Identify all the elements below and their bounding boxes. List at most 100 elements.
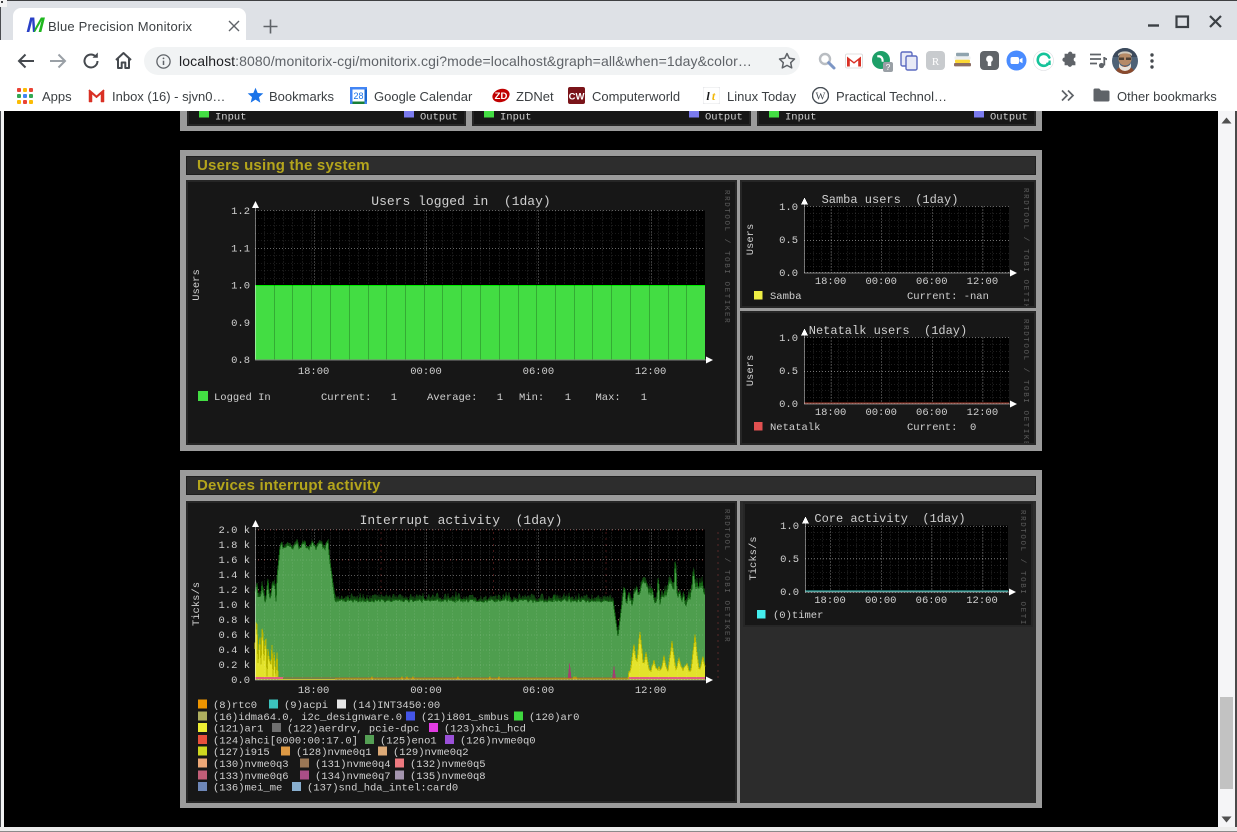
svg-text:Samba users (1day): Samba users (1day) <box>822 193 959 207</box>
svg-text:RRDTOOL / TOBI OETIKER: RRDTOOL / TOBI OETIKER <box>1018 510 1026 625</box>
svg-text:(16)idma64.0, i2c_designware.0: (16)idma64.0, i2c_designware.0 <box>213 711 402 723</box>
svg-text:Input: Input <box>500 111 532 123</box>
svg-text:(21)i801_smbus: (21)i801_smbus <box>421 711 509 723</box>
svg-text:1.0 k: 1.0 k <box>218 600 250 612</box>
svg-text:12:00: 12:00 <box>966 595 998 607</box>
svg-text:1.2: 1.2 <box>231 206 250 218</box>
svg-text:Current:: Current: <box>321 392 371 404</box>
svg-text:Average:: Average: <box>427 392 477 404</box>
svg-text:1: 1 <box>497 392 503 404</box>
svg-text:0.8 k: 0.8 k <box>218 615 250 627</box>
svg-text:(127)i915: (127)i915 <box>213 747 270 759</box>
svg-text:0.6 k: 0.6 k <box>218 630 250 642</box>
svg-text:(133)nvme0q6: (133)nvme0q6 <box>213 770 289 782</box>
svg-text:(125)eno1: (125)eno1 <box>380 735 437 747</box>
svg-text:Ticks/s: Ticks/s <box>191 581 203 625</box>
svg-text:Current: 0: Current: 0 <box>907 422 976 434</box>
svg-text:00:00: 00:00 <box>865 407 897 419</box>
svg-text:Min:: Min: <box>519 392 544 404</box>
svg-text:0.8: 0.8 <box>231 355 250 367</box>
svg-text:Users: Users <box>191 269 203 301</box>
svg-text:00:00: 00:00 <box>410 366 442 378</box>
svg-text:(9)acpi: (9)acpi <box>284 700 328 712</box>
svg-text:12:00: 12:00 <box>635 685 667 697</box>
svg-text:1.8 k: 1.8 k <box>218 540 250 552</box>
svg-text:18:00: 18:00 <box>298 685 330 697</box>
svg-text:M: M <box>24 15 45 34</box>
svg-text:1: 1 <box>391 392 397 404</box>
svg-text:Input: Input <box>215 111 247 123</box>
svg-text:0.5: 0.5 <box>779 235 798 247</box>
svg-text:(130)nvme0q3: (130)nvme0q3 <box>213 759 289 771</box>
svg-text:06:00: 06:00 <box>523 366 555 378</box>
svg-text:Input: Input <box>785 111 817 123</box>
svg-text:18:00: 18:00 <box>298 366 330 378</box>
svg-text:(123)xhci_hcd: (123)xhci_hcd <box>444 723 526 735</box>
svg-text:(120)ar0: (120)ar0 <box>529 711 579 723</box>
svg-text:Netatalk users (1day): Netatalk users (1day) <box>809 324 967 338</box>
svg-text:(124)ahci[0000:00:17.0]: (124)ahci[0000:00:17.0] <box>213 735 358 747</box>
svg-text:(128)nvme0q1: (128)nvme0q1 <box>296 747 372 759</box>
svg-text:Users: Users <box>745 224 757 256</box>
svg-text:(121)ar1: (121)ar1 <box>213 723 263 735</box>
svg-text:(122)aerdrv, pcie-dpc: (122)aerdrv, pcie-dpc <box>287 723 419 735</box>
svg-text:1: 1 <box>641 392 647 404</box>
svg-text:Interrupt activity (1day): Interrupt activity (1day) <box>360 513 563 528</box>
svg-text:1.6 k: 1.6 k <box>218 555 250 567</box>
svg-text:Output: Output <box>990 111 1028 123</box>
svg-text:1: 1 <box>565 392 571 404</box>
svg-text:(134)nvme0q7: (134)nvme0q7 <box>315 770 391 782</box>
svg-text:Ticks/s: Ticks/s <box>748 536 760 580</box>
svg-text:Samba: Samba <box>770 291 802 303</box>
svg-text:1.2 k: 1.2 k <box>218 585 250 597</box>
svg-text:0.5: 0.5 <box>779 366 798 378</box>
svg-text:(136)mei_me: (136)mei_me <box>213 782 282 794</box>
svg-text:0.0: 0.0 <box>779 399 798 411</box>
svg-text:0.4 k: 0.4 k <box>218 645 250 657</box>
svg-text:06:00: 06:00 <box>916 407 948 419</box>
svg-text:RRDTOOL / TOBI OETIKER: RRDTOOL / TOBI OETIKER <box>722 190 730 324</box>
svg-text:RRDTOOL / TOBI OETIKER: RRDTOOL / TOBI OETIKER <box>1021 319 1029 443</box>
svg-text:00:00: 00:00 <box>865 276 897 288</box>
svg-text:W: W <box>816 92 826 103</box>
svg-text:1.0: 1.0 <box>231 281 250 293</box>
svg-text:1.4 k: 1.4 k <box>218 570 250 582</box>
svg-text:18:00: 18:00 <box>815 407 847 419</box>
svg-text:(126)nvme0q0: (126)nvme0q0 <box>460 735 536 747</box>
svg-text:06:00: 06:00 <box>916 276 948 288</box>
svg-text:06:00: 06:00 <box>523 685 555 697</box>
svg-text:1.0: 1.0 <box>780 521 799 533</box>
svg-text:Output: Output <box>420 111 458 123</box>
svg-text:0.9: 0.9 <box>231 318 250 330</box>
svg-text:0.0: 0.0 <box>780 587 799 599</box>
svg-text:0.0: 0.0 <box>231 675 250 687</box>
svg-text:Logged In: Logged In <box>214 392 271 404</box>
svg-text:(132)nvme0q5: (132)nvme0q5 <box>410 759 486 771</box>
svg-text:1.0: 1.0 <box>779 333 798 345</box>
svg-text:0.0: 0.0 <box>779 268 798 280</box>
svg-text:0.5: 0.5 <box>780 554 799 566</box>
svg-text:(129)nvme0q2: (129)nvme0q2 <box>393 747 469 759</box>
svg-text:Current: -nan: Current: -nan <box>907 291 989 303</box>
svg-text:ZD: ZD <box>495 91 508 102</box>
svg-text:?: ? <box>886 62 891 72</box>
svg-text:12:00: 12:00 <box>967 276 999 288</box>
svg-text:(0)timer: (0)timer <box>773 610 823 622</box>
svg-text:(8)rtc0: (8)rtc0 <box>213 700 257 712</box>
svg-text:Netatalk: Netatalk <box>770 422 820 434</box>
svg-text:00:00: 00:00 <box>865 595 897 607</box>
svg-text:18:00: 18:00 <box>815 276 847 288</box>
svg-text:Users logged in (1day): Users logged in (1day) <box>371 194 550 209</box>
svg-text:06:00: 06:00 <box>916 595 948 607</box>
svg-text:Max:: Max: <box>596 392 621 404</box>
svg-text:(137)snd_hda_intel:card0: (137)snd_hda_intel:card0 <box>307 782 458 794</box>
svg-text:(135)nvme0q8: (135)nvme0q8 <box>410 770 486 782</box>
svg-text:RRDTOOL / TOBI OETIKER: RRDTOOL / TOBI OETIKER <box>722 509 730 643</box>
svg-text:RRDTOOL / TOBI OETIKER: RRDTOOL / TOBI OETIKER <box>1021 188 1029 306</box>
svg-text:(131)nvme0q4: (131)nvme0q4 <box>315 759 391 771</box>
svg-text:12:00: 12:00 <box>967 407 999 419</box>
svg-text:Output: Output <box>705 111 743 123</box>
svg-text:R: R <box>932 56 940 68</box>
svg-text:18:00: 18:00 <box>814 595 846 607</box>
svg-text:Users: Users <box>745 354 757 386</box>
